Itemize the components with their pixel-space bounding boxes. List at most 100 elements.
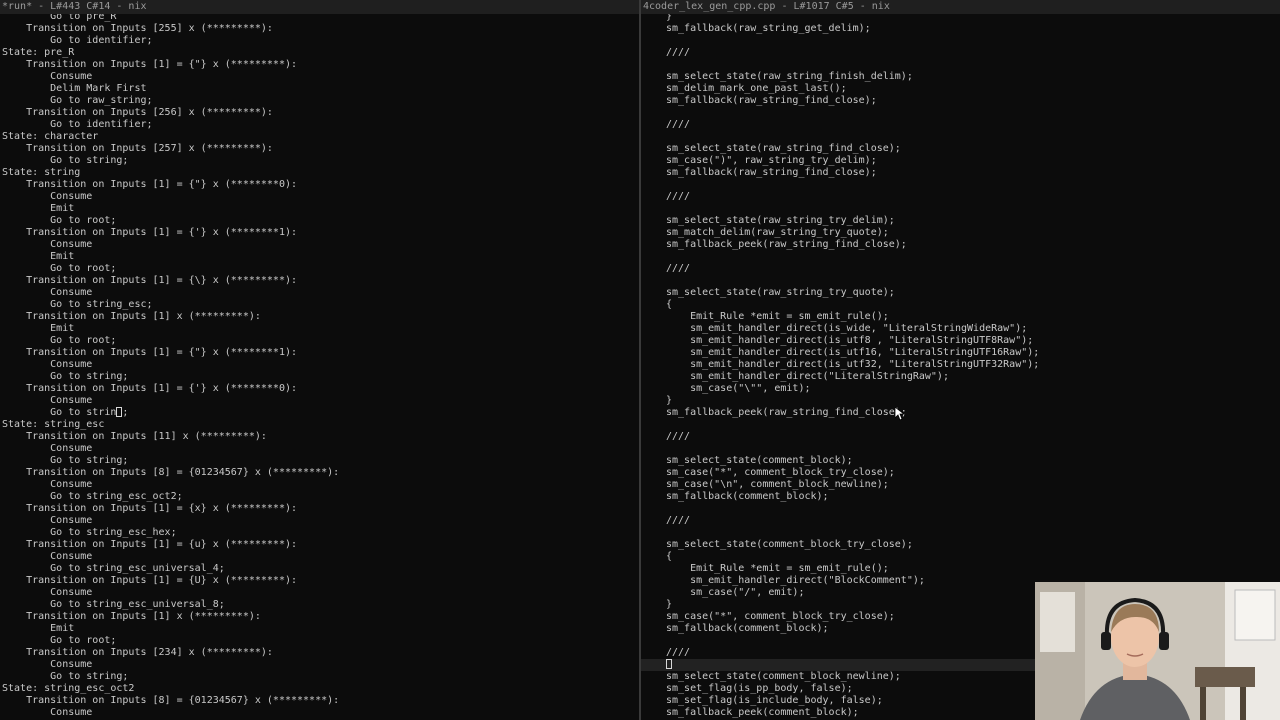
mouse-pointer-icon bbox=[895, 407, 905, 421]
code-line: sm_emit_handler_direct(is_wide, "Literal… bbox=[666, 323, 1028, 334]
code-line: sm_case("\"", emit); bbox=[666, 383, 811, 394]
code-line: sm_case("*", comment_block_try_close); bbox=[666, 467, 895, 478]
code-line: sm_emit_handler_direct(is_utf8 , "Litera… bbox=[666, 335, 1034, 346]
code-line: State: string_esc_oct2 bbox=[2, 683, 135, 694]
code-line: Go to string; bbox=[2, 371, 129, 382]
code-line: Transition on Inputs [1] = {"} x (******… bbox=[2, 59, 298, 70]
code-line: Transition on Inputs [1] = {'} x (******… bbox=[2, 383, 298, 394]
left-code-view[interactable]: Go to pre_R Transition on Inputs [255] x… bbox=[0, 14, 639, 719]
code-line: Transition on Inputs [256] x (*********)… bbox=[2, 107, 273, 118]
code-line: sm_case("\n", comment_block_newline); bbox=[666, 479, 889, 490]
code-line: Consume bbox=[2, 515, 93, 526]
code-line: Transition on Inputs [1] = {x} x (******… bbox=[2, 503, 298, 514]
code-line: Go to string_esc_universal_8; bbox=[2, 599, 225, 610]
code-line: sm_emit_handler_direct("LiteralStringRaw… bbox=[666, 371, 949, 382]
code-line: Consume bbox=[2, 239, 93, 250]
code-line: sm_select_state(raw_string_finish_delim)… bbox=[666, 71, 913, 82]
code-line: sm_select_state(comment_block_try_close)… bbox=[666, 539, 913, 550]
code-line: Go to identifier; bbox=[2, 119, 153, 130]
code-line: Emit bbox=[2, 623, 75, 634]
code-line: Go to string_esc; bbox=[2, 299, 153, 310]
code-line: sm_select_state(raw_string_try_quote); bbox=[666, 287, 895, 298]
code-line: Consume bbox=[2, 191, 93, 202]
code-line: Consume bbox=[2, 395, 93, 406]
code-line: sm_fallback_peek(raw_string_find_close); bbox=[666, 407, 907, 418]
code-line: State: string_esc bbox=[2, 419, 105, 430]
code-line: Delim Mark First bbox=[2, 83, 147, 94]
code-line: sm_fallback(raw_string_find_close); bbox=[666, 167, 877, 178]
code-line: Go to root; bbox=[2, 635, 117, 646]
code-line: Go to root; bbox=[2, 215, 117, 226]
code-line: //// bbox=[666, 119, 691, 130]
code-line: sm_case(")", raw_string_try_delim); bbox=[666, 155, 877, 166]
code-line: Transition on Inputs [234] x (*********)… bbox=[2, 647, 273, 658]
code-line: Consume bbox=[2, 707, 93, 718]
code-line: Transition on Inputs [1] x (*********): bbox=[2, 311, 261, 322]
code-line: Go to root; bbox=[2, 263, 117, 274]
code-line: sm_select_state(comment_block); bbox=[666, 455, 853, 466]
code-line: Consume bbox=[2, 443, 93, 454]
code-line: Go to string; bbox=[2, 455, 129, 466]
code-line: Transition on Inputs [1] = {U} x (******… bbox=[2, 575, 298, 586]
code-line: } bbox=[666, 395, 673, 406]
webcam-overlay bbox=[1035, 582, 1280, 720]
code-line: Consume bbox=[2, 359, 93, 370]
code-line: //// bbox=[666, 191, 691, 202]
code-line: Consume bbox=[2, 479, 93, 490]
code-line: sm_fallback_peek(raw_string_find_close); bbox=[666, 239, 907, 250]
code-line: sm_select_state(raw_string_find_close); bbox=[666, 143, 901, 154]
code-line: //// bbox=[666, 431, 691, 442]
code-line: Emit bbox=[2, 251, 75, 262]
code-line: Go to string_esc_universal_4; bbox=[2, 563, 225, 574]
code-line: Emit bbox=[2, 203, 75, 214]
code-line: Consume bbox=[2, 587, 93, 598]
code-line: Transition on Inputs [1] = {\} x (******… bbox=[2, 275, 298, 286]
text-cursor bbox=[116, 407, 123, 417]
code-line: Consume bbox=[2, 551, 93, 562]
code-line: sm_emit_handler_direct(is_utf16, "Litera… bbox=[666, 347, 1040, 358]
code-line: Transition on Inputs [1] = {'} x (******… bbox=[2, 227, 298, 238]
left-file-bar: *run* - L#443 C#14 - nix bbox=[0, 0, 639, 14]
right-file-bar: 4coder_lex_gen_cpp.cpp - L#1017 C#5 - ni… bbox=[641, 0, 1280, 14]
code-line: Transition on Inputs [11] x (*********): bbox=[2, 431, 267, 442]
code-line: sm_fallback(raw_string_get_delim); bbox=[666, 23, 871, 34]
code-line: Go to string; bbox=[2, 155, 129, 166]
code-line: sm_match_delim(raw_string_try_quote); bbox=[666, 227, 889, 238]
partial-code-line: } bbox=[666, 14, 673, 22]
code-line: Consume bbox=[2, 71, 93, 82]
code-line: Consume bbox=[2, 287, 93, 298]
code-line: //// bbox=[666, 515, 691, 526]
code-line: { bbox=[666, 551, 673, 562]
code-line: Go to strin; bbox=[2, 407, 129, 418]
code-line: Emit_Rule *emit = sm_emit_rule(); bbox=[666, 563, 889, 574]
code-line: Transition on Inputs [1] x (*********): bbox=[2, 611, 261, 622]
code-line: sm_fallback(comment_block); bbox=[666, 491, 829, 502]
code-line: Emit bbox=[2, 323, 75, 334]
code-line: Go to string_esc_hex; bbox=[2, 527, 177, 538]
code-line: Transition on Inputs [1] = {u} x (******… bbox=[2, 539, 298, 550]
code-line: Transition on Inputs [257] x (*********)… bbox=[2, 143, 273, 154]
left-editor-pane[interactable]: *run* - L#443 C#14 - nix Go to pre_R Tra… bbox=[0, 0, 639, 720]
code-line: State: pre_R bbox=[2, 47, 75, 58]
code-line: //// bbox=[666, 263, 691, 274]
code-line: State: string bbox=[2, 167, 81, 178]
code-line: sm_delim_mark_one_past_last(); bbox=[666, 83, 847, 94]
code-line: sm_emit_handler_direct(is_utf32, "Litera… bbox=[666, 359, 1040, 370]
code-line: sm_select_state(raw_string_try_delim); bbox=[666, 215, 895, 226]
code-line: Transition on Inputs [255] x (*********)… bbox=[2, 23, 273, 34]
partial-code-line: Go to pre_R bbox=[2, 14, 117, 22]
code-line: Go to raw_string; bbox=[2, 95, 153, 106]
code-line: { bbox=[666, 299, 673, 310]
code-line: //// bbox=[666, 47, 691, 58]
